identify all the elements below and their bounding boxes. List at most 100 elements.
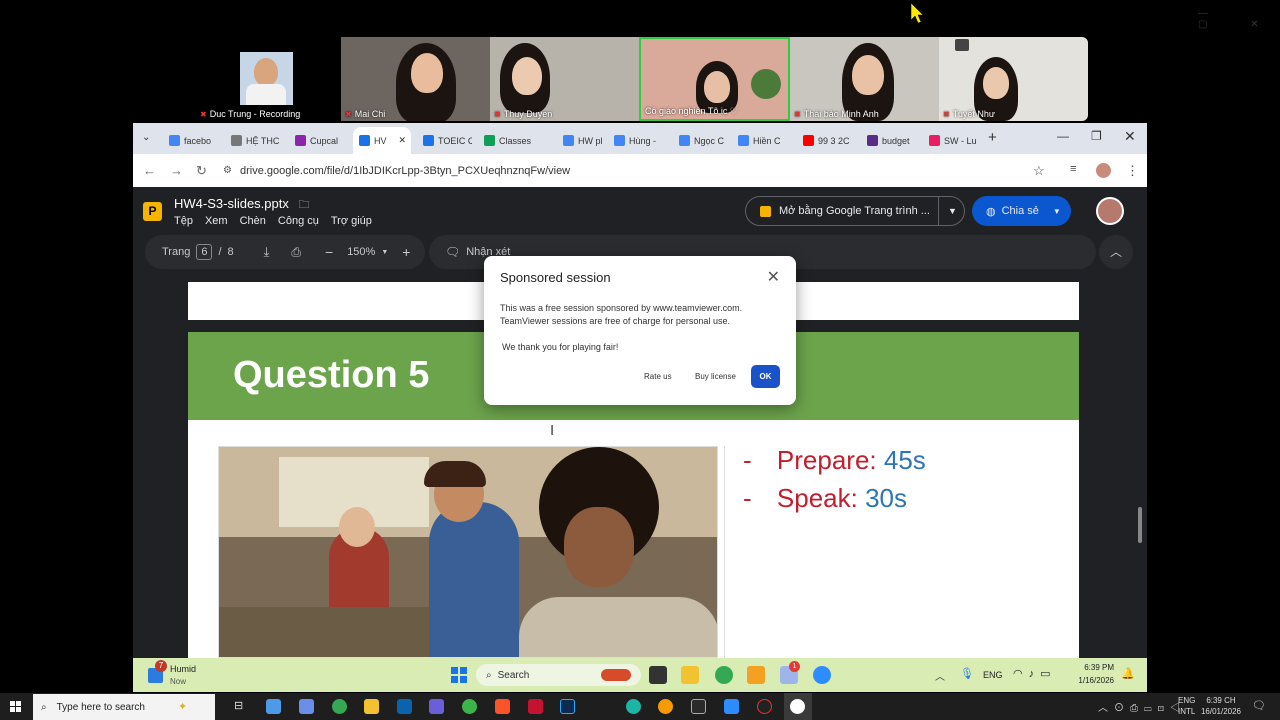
app-icon[interactable]	[658, 699, 673, 714]
participant-tile[interactable]: ✖ Mai Chi	[341, 37, 490, 121]
zoom-icon[interactable]	[724, 699, 739, 714]
participant-tile[interactable]: Cô giáo nghiện Tô ic ♡	[639, 37, 790, 121]
browser-tab[interactable]: HV ✕	[353, 127, 411, 154]
zoom-dropdown-icon[interactable]: ▼	[381, 249, 388, 256]
app-icon[interactable]	[691, 699, 706, 714]
open-with-button[interactable]: Mở bằng Google Trang trình ... ▼	[745, 196, 965, 226]
action-center-icon[interactable]: 🗨	[1252, 699, 1266, 712]
browser-tab[interactable]: TOEIC C	[417, 127, 472, 154]
menu-help[interactable]: Trợ giúp	[331, 215, 372, 227]
app-icon[interactable]	[626, 699, 641, 714]
close-icon[interactable]: ✕	[767, 267, 780, 287]
forward-icon[interactable]: →	[170, 163, 183, 178]
browser-tab[interactable]: Classes	[478, 127, 550, 154]
notification-bell-icon[interactable]: 🔔	[1121, 667, 1135, 680]
tray-time[interactable]: 6:39 PM	[1068, 663, 1114, 672]
app-icon[interactable]	[429, 699, 444, 714]
browser-tab[interactable]: Ngọc C	[673, 127, 727, 154]
app-icon[interactable]	[528, 699, 543, 714]
participant-tile[interactable]: ✖ Thái bảo Minh Anh	[790, 37, 939, 121]
host-lang-2[interactable]: INTL	[1178, 707, 1195, 716]
print-icon[interactable]: ⎙	[291, 245, 301, 260]
windows-start-icon[interactable]	[451, 667, 467, 683]
participant-tile[interactable]: ✖ Thuy Duyen	[490, 37, 639, 121]
app-icon[interactable]	[747, 666, 765, 684]
comment-icon[interactable]: 🗨	[445, 245, 460, 259]
host-lang-1[interactable]: ENG	[1178, 696, 1195, 705]
browser-tab[interactable]: Hiền C	[732, 127, 792, 154]
menu-insert[interactable]: Chèn	[240, 215, 266, 227]
collapse-toolbar-icon[interactable]: ︿	[1099, 235, 1133, 269]
host-time[interactable]: 6:39 CH	[1198, 696, 1244, 705]
back-icon[interactable]: ←	[143, 163, 156, 178]
reload-icon[interactable]: ↻	[196, 163, 207, 179]
zoom-icon[interactable]	[813, 666, 831, 684]
url-field[interactable]: ⚙ drive.google.com/file/d/1IbJDIKcrLpp-3…	[223, 158, 1053, 183]
menu-view[interactable]: Xem	[205, 215, 228, 227]
zoom-level[interactable]: 150%	[347, 246, 375, 258]
scrollbar-thumb[interactable]	[1138, 507, 1142, 543]
store-icon[interactable]	[266, 699, 281, 714]
menu-tools[interactable]: Công cụ	[278, 215, 319, 227]
windows-start-icon[interactable]	[10, 701, 22, 713]
ok-button[interactable]: OK	[751, 365, 780, 388]
file-explorer-icon[interactable]	[681, 666, 699, 684]
browser-tab[interactable]: HW pla	[557, 127, 602, 154]
microphone-icon[interactable]: 🎙	[960, 667, 974, 680]
browser-tab[interactable]: HỆ THC	[225, 127, 283, 154]
system-tray-icons[interactable]: ◠♪▭	[1013, 667, 1057, 680]
zoom-out-icon[interactable]: −	[325, 244, 333, 260]
task-view-icon[interactable]: ⊟	[234, 699, 243, 712]
browser-tab[interactable]: Hùng -	[608, 127, 668, 154]
chrome-icon[interactable]	[332, 699, 347, 714]
site-info-icon[interactable]: ⚙	[223, 165, 232, 176]
media-icon[interactable]: ≡	[1070, 163, 1076, 175]
show-hidden-icons[interactable]: ︿	[935, 668, 945, 683]
app-icon[interactable]	[757, 699, 772, 714]
share-button[interactable]: ◍ Chia sẻ ▼	[972, 196, 1071, 226]
browser-menu-icon[interactable]: ⋮	[1126, 163, 1139, 179]
folder-icon[interactable]: 🗀	[299, 199, 310, 211]
download-icon[interactable]: ⤓	[264, 244, 270, 260]
outlook-icon[interactable]	[397, 699, 412, 714]
profile-avatar[interactable]	[1096, 163, 1111, 178]
new-tab-button[interactable]: +	[988, 129, 997, 146]
close-tab-icon[interactable]: ✕	[399, 135, 407, 146]
host-search-box[interactable]: ⌕ Type here to search ✦	[33, 694, 215, 720]
window-controls[interactable]: — ▢ ✕	[1198, 8, 1280, 30]
host-date[interactable]: 16/01/2026	[1198, 707, 1244, 716]
browser-tab[interactable]: budget	[861, 127, 918, 154]
task-view-icon[interactable]	[649, 666, 667, 684]
account-avatar[interactable]	[1096, 197, 1124, 225]
taskbar-search-box[interactable]: ⌕ Search	[476, 664, 641, 686]
browser-tab[interactable]: facebo	[163, 127, 219, 154]
rate-us-button[interactable]: Rate us	[644, 372, 672, 381]
share-dropdown-icon[interactable]: ▼	[1053, 207, 1061, 216]
tray-date[interactable]: 1/16/2026	[1068, 676, 1114, 685]
copilot-icon[interactable]	[299, 699, 314, 714]
browser-tab[interactable]: SW - Lu	[923, 127, 980, 154]
teamviewer-icon[interactable]	[790, 699, 805, 714]
close-window-button[interactable]: ✕	[1124, 128, 1136, 145]
page-input[interactable]: 6	[196, 244, 213, 260]
file-title[interactable]: HW4-S3-slides.pptx	[174, 196, 289, 211]
file-explorer-icon[interactable]	[364, 699, 379, 714]
chrome-icon[interactable]	[715, 666, 733, 684]
language-indicator[interactable]: ENG	[983, 670, 1003, 680]
tab-search-icon[interactable]: ⌄	[142, 132, 150, 143]
photoshop-icon[interactable]	[560, 699, 575, 714]
participant-tile[interactable]: ✖ Duc Trung - Recording	[196, 37, 341, 121]
menu-file[interactable]: Tệp	[174, 215, 193, 227]
bookmark-star-icon[interactable]: ☆	[1033, 163, 1045, 179]
participant-tile[interactable]: ✖ Tuyết Như	[939, 37, 1088, 121]
dropdown-icon[interactable]: ▼	[948, 206, 957, 216]
brave-icon[interactable]	[495, 699, 510, 714]
zoom-in-icon[interactable]: +	[402, 244, 410, 260]
minimize-button[interactable]: —	[1057, 129, 1069, 143]
restore-button[interactable]: ❐	[1091, 129, 1102, 143]
host-tray-icons[interactable]: ︿⊙⎙▭⊡◁	[1098, 699, 1186, 714]
browser-tab[interactable]: Cupcal	[289, 127, 347, 154]
browser-tab[interactable]: 99 3 2C	[797, 127, 855, 154]
buy-license-button[interactable]: Buy license	[695, 372, 736, 381]
app-icon[interactable]	[462, 699, 477, 714]
